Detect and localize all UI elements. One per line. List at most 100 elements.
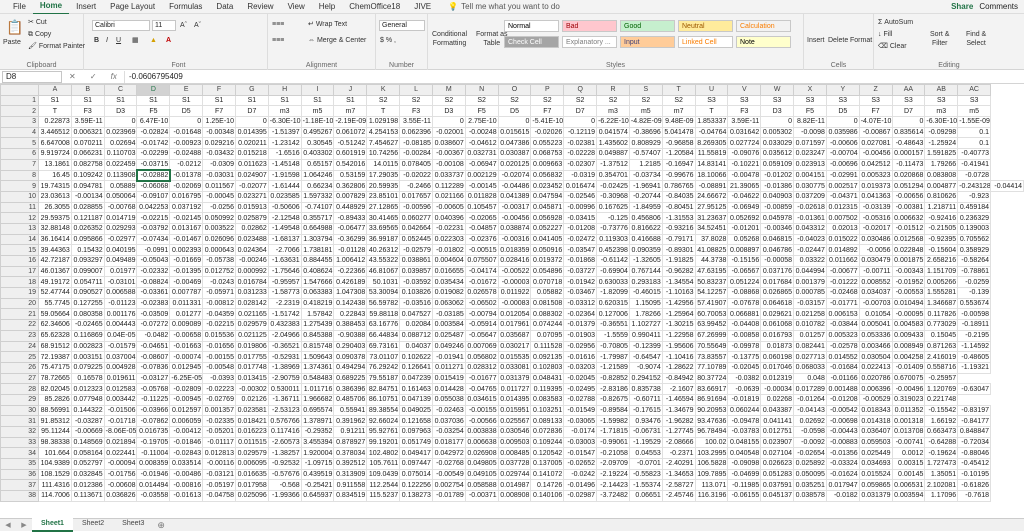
cell[interactable]: 0.019372: [530, 255, 565, 267]
cell[interactable]: 0.047139: [399, 393, 433, 406]
cell[interactable]: 0.061072: [333, 126, 368, 139]
cell[interactable]: 0.035687: [497, 329, 532, 342]
cell[interactable]: 0.119303: [596, 233, 630, 246]
row-header[interactable]: 29: [0, 393, 39, 406]
cell[interactable]: -0.36299: [333, 233, 368, 246]
row-header[interactable]: 24: [0, 340, 39, 353]
cell[interactable]: 0.079225: [70, 361, 105, 374]
column-header-O[interactable]: O: [497, 84, 532, 96]
cell[interactable]: 0.695574: [300, 404, 335, 417]
cell[interactable]: -0.0098: [793, 126, 827, 139]
row-header[interactable]: 33: [0, 436, 39, 449]
cell[interactable]: 0.07095: [530, 329, 565, 342]
cell[interactable]: 0: [234, 116, 269, 128]
cell[interactable]: 59.05664: [38, 308, 72, 321]
cut-button[interactable]: ✂ Cut: [28, 18, 47, 27]
cell[interactable]: -0.03254: [431, 426, 466, 438]
cell[interactable]: -0.03516: [399, 297, 433, 310]
cell[interactable]: -2.45746: [661, 490, 696, 502]
font-family-select[interactable]: Calibri: [92, 20, 150, 31]
cell[interactable]: -0.0382: [727, 372, 762, 385]
cell[interactable]: 0.037209: [793, 190, 827, 203]
cell[interactable]: 60.70053: [694, 308, 729, 321]
cell[interactable]: -1.10163: [661, 287, 696, 299]
cell[interactable]: S1: [136, 94, 171, 107]
cell[interactable]: 0.004443: [103, 319, 138, 331]
cell[interactable]: -0.04143: [793, 404, 827, 417]
autosum-button[interactable]: Σ AutoSum: [878, 18, 913, 27]
cell[interactable]: 2.658216: [924, 255, 959, 267]
tab-home[interactable]: Home: [32, 0, 70, 15]
cell[interactable]: -1.27745: [661, 426, 696, 438]
cell[interactable]: 0.011515: [234, 436, 269, 449]
cell[interactable]: 0.045978: [760, 212, 795, 224]
cell[interactable]: -0.05197: [202, 479, 236, 492]
cell[interactable]: 0.53159: [333, 169, 368, 182]
cell[interactable]: -0.07272: [136, 319, 171, 331]
cell[interactable]: -0.00469: [169, 276, 204, 289]
cell[interactable]: 0.002517: [825, 180, 860, 192]
cell[interactable]: 62.34606: [38, 319, 72, 331]
cell[interactable]: -0.00456: [858, 148, 893, 160]
cell[interactable]: -0.19624: [924, 447, 959, 460]
cell[interactable]: 0.236329: [957, 212, 992, 224]
cell[interactable]: 39.44363: [38, 244, 72, 256]
cell[interactable]: -0.11225: [136, 393, 171, 406]
cell[interactable]: 73.83557: [694, 351, 729, 363]
cell[interactable]: -0.0242: [563, 468, 598, 481]
cell[interactable]: 75.47175: [38, 361, 72, 374]
cell[interactable]: -0.01946: [136, 468, 171, 481]
cell[interactable]: -1.19321: [957, 361, 992, 374]
cell[interactable]: 0.058588: [464, 479, 499, 492]
cell[interactable]: -0.00945: [169, 393, 204, 406]
cell[interactable]: 0.55941: [333, 404, 368, 417]
cell[interactable]: S2: [563, 94, 598, 107]
cell[interactable]: -0.01208: [825, 393, 860, 406]
cell[interactable]: D7: [891, 105, 926, 118]
cell[interactable]: -4.07E-10: [858, 116, 893, 128]
cell[interactable]: 0.002823: [70, 340, 105, 353]
cell[interactable]: 0.005323: [858, 169, 893, 182]
cell[interactable]: -0.00116: [202, 458, 236, 470]
cell[interactable]: 0.059109: [760, 158, 795, 171]
cell[interactable]: 46.81067: [366, 265, 401, 278]
cell[interactable]: 0.000643: [202, 244, 236, 256]
cell[interactable]: 1.853337: [694, 116, 729, 128]
cell[interactable]: -0.01506: [103, 404, 138, 417]
cell[interactable]: -0.0991: [136, 244, 171, 256]
cell[interactable]: -0.0243: [202, 276, 236, 289]
cell[interactable]: 1.57842: [300, 308, 335, 321]
sheet-tab-sheet1[interactable]: Sheet1: [32, 518, 73, 532]
column-header-N[interactable]: N: [464, 84, 499, 96]
cell[interactable]: 0.043312: [793, 222, 827, 235]
cell[interactable]: 0.038578: [793, 490, 827, 502]
cell[interactable]: S2: [530, 94, 565, 107]
cell[interactable]: -1.51742: [267, 308, 302, 321]
cell[interactable]: 0.378034: [333, 447, 368, 460]
cell[interactable]: -0.38696: [628, 126, 663, 139]
cell[interactable]: 0.041141: [760, 415, 795, 427]
cell[interactable]: S3: [727, 94, 762, 107]
cell[interactable]: 0.027081: [858, 137, 893, 150]
cell[interactable]: -2.90759: [267, 372, 302, 385]
cell[interactable]: 0.015535: [497, 351, 532, 363]
cell[interactable]: -0.03157: [793, 297, 827, 310]
cell[interactable]: -0.01952: [891, 276, 926, 289]
cell[interactable]: 106.5828: [694, 458, 729, 470]
cell[interactable]: D3: [103, 105, 138, 118]
cell[interactable]: 0.023581: [234, 404, 269, 417]
cell[interactable]: 0.028312: [464, 361, 499, 374]
cell[interactable]: 14.0115: [366, 158, 401, 171]
cell[interactable]: 36.16414: [38, 233, 72, 246]
cell[interactable]: -0.00045: [202, 190, 236, 203]
cell[interactable]: -0.03065: [563, 415, 598, 427]
cell[interactable]: 0.16578: [70, 372, 105, 385]
row-header[interactable]: 15: [0, 244, 39, 256]
cell[interactable]: 0.02013: [825, 222, 860, 235]
cell[interactable]: 0.063383: [300, 287, 335, 299]
cell[interactable]: -0.01496: [563, 479, 598, 492]
cell[interactable]: 0.021165: [234, 308, 269, 321]
cell[interactable]: -1.34554: [661, 276, 696, 289]
cell[interactable]: -5.41E-10: [530, 116, 565, 128]
borders-icon[interactable]: ▦: [132, 36, 139, 45]
